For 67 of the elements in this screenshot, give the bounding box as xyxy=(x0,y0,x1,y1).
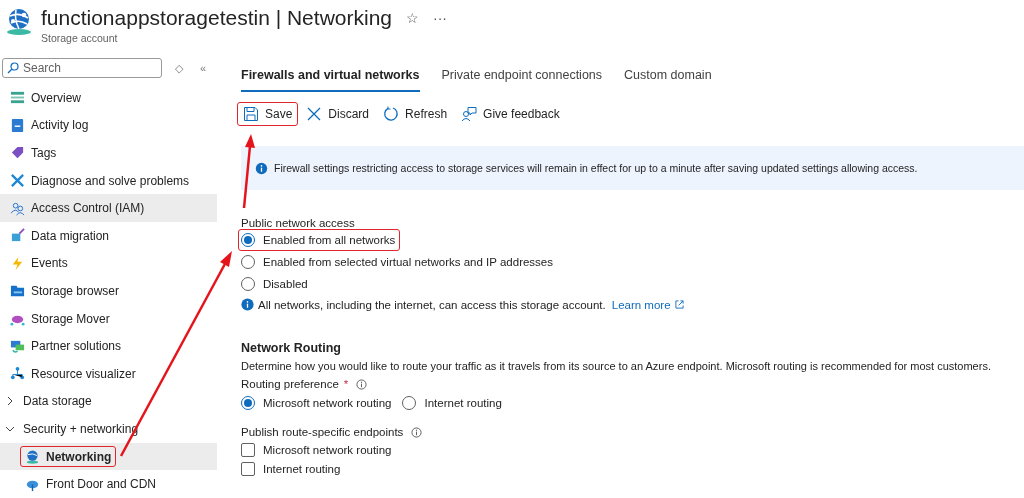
list-icon xyxy=(10,90,25,106)
nav-item[interactable]: Overview xyxy=(0,84,86,112)
nav-item[interactable]: Partner solutions xyxy=(0,332,127,360)
sort-button[interactable]: ◇ xyxy=(172,61,186,75)
option-label: Microsoft network routing xyxy=(263,397,392,409)
nav-item[interactable]: Activity log xyxy=(0,111,94,140)
x-icon xyxy=(306,106,323,122)
more-button[interactable]: ··· xyxy=(433,10,447,26)
nav-item[interactable]: Tags xyxy=(0,139,62,167)
section-heading: Network Routing xyxy=(241,341,342,355)
feedback-button[interactable]: Give feedback xyxy=(455,102,566,126)
refresh-button[interactable]: Refresh xyxy=(377,102,454,126)
radio-option[interactable]: Enabled from selected virtual networks and IP addresses xyxy=(238,251,558,273)
nav-item[interactable]: Networking xyxy=(0,442,217,471)
nav-item[interactable]: Storage browser xyxy=(0,277,125,305)
section-description: Determine how you would like to route your traffic as it travels from its source to an Azure endpoint. Microsoft routing is recommended for most customers. xyxy=(241,360,992,372)
nav-item[interactable]: Storage Mover xyxy=(0,304,115,333)
nav-item[interactable]: Data migration xyxy=(0,221,115,250)
option-label: Internet routing xyxy=(424,397,502,409)
crossed-tools-icon xyxy=(10,173,25,189)
tab[interactable]: Custom domain xyxy=(624,64,712,92)
save-button[interactable]: Save xyxy=(237,102,299,126)
collapse-button[interactable]: « xyxy=(196,62,210,74)
nav-item[interactable]: Events xyxy=(0,249,73,278)
nav-group[interactable]: Data storage xyxy=(0,387,92,416)
info-message: Firewall settings restricting access to storage services will remain in effect for up to a minute after saving updated settings allowing access. xyxy=(274,162,918,174)
external-link-icon xyxy=(674,300,684,309)
bucket-icon xyxy=(10,228,25,244)
tab[interactable]: Private endpoint connections xyxy=(441,64,603,92)
required-mark: * xyxy=(343,378,349,390)
field-label: Publish route-specific endpoints xyxy=(241,426,404,438)
tag-icon xyxy=(10,145,25,161)
info-icon xyxy=(411,426,423,438)
checkbox-option[interactable]: Microsoft network routing xyxy=(241,443,392,457)
field-label: Routing preference xyxy=(241,378,339,390)
people-icon xyxy=(10,200,25,216)
field-label: Public network access xyxy=(241,217,355,229)
chevron-right-icon xyxy=(5,396,15,407)
refresh-icon xyxy=(383,106,400,122)
info-icon xyxy=(255,161,268,175)
page-title: functionappstoragetestin | Networking xyxy=(41,5,392,31)
radio-button[interactable] xyxy=(402,396,417,410)
radio-option[interactable]: Enabled from all networks xyxy=(238,229,401,251)
learn-more-link[interactable]: Learn more xyxy=(611,298,671,311)
cards-icon xyxy=(10,338,25,354)
folder-icon xyxy=(10,283,25,299)
nav-item[interactable]: Front Door and CDN xyxy=(0,470,162,498)
discard-button[interactable]: Discard xyxy=(300,102,376,126)
radio-option[interactable]: Disabled xyxy=(238,273,313,295)
nav-item[interactable]: Diagnose and solve problems xyxy=(0,166,195,195)
checkbox-option[interactable]: Internet routing xyxy=(241,462,341,476)
resource-type: Storage account xyxy=(41,32,118,44)
nav-item[interactable]: Access Control (IAM) xyxy=(0,194,217,222)
search-field[interactable]: Search xyxy=(2,58,162,78)
radio-button[interactable] xyxy=(241,396,255,410)
search-icon xyxy=(7,62,19,74)
storage-globe-icon xyxy=(4,6,34,36)
info-icon xyxy=(241,298,254,311)
document-icon xyxy=(10,117,25,133)
person-feedback-icon xyxy=(461,106,478,122)
globe-icon xyxy=(25,449,40,464)
note-text: All networks, including the internet, can access this storage account. xyxy=(258,298,606,311)
favorite-button[interactable]: ☆ xyxy=(406,10,419,26)
info-icon xyxy=(356,378,368,390)
hierarchy-icon xyxy=(10,366,25,382)
nav-item[interactable]: Resource visualizer xyxy=(0,359,141,388)
tab[interactable]: Firewalls and virtual networks xyxy=(241,64,420,92)
